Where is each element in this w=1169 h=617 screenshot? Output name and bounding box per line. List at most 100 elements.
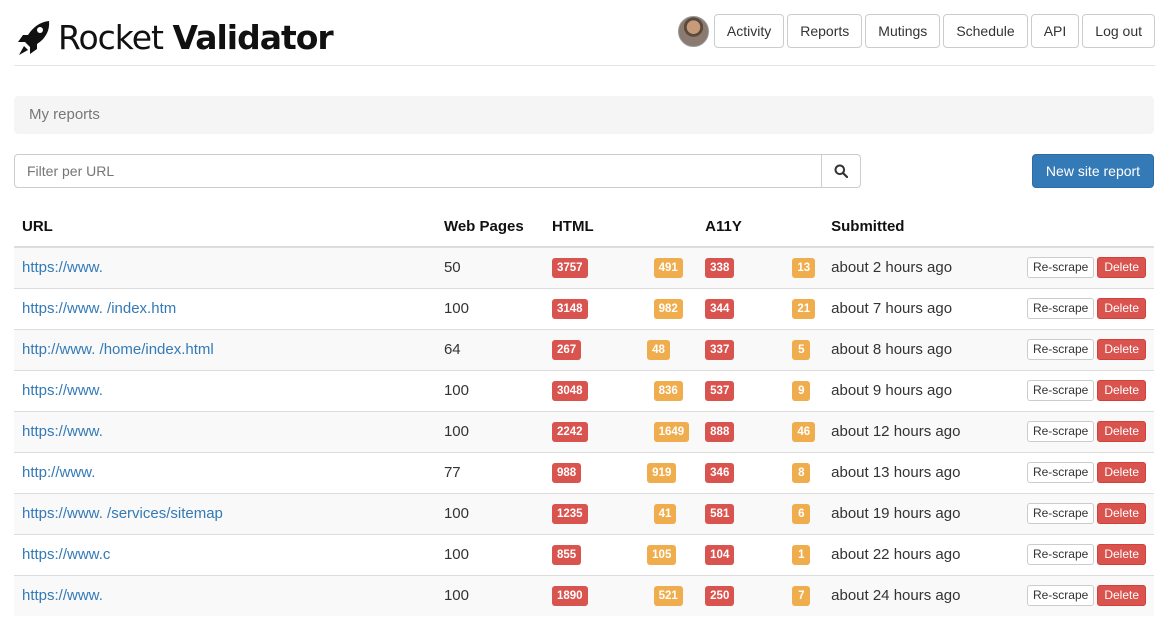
a11y-warnings-badge[interactable]: 46 xyxy=(792,421,816,442)
a11y-errors-badge[interactable]: 537 xyxy=(705,380,735,401)
cell-url: http://www. /home/index.html xyxy=(14,328,436,370)
rescrape-button[interactable]: Re-scrape xyxy=(1026,298,1095,319)
a11y-errors-badge[interactable]: 104 xyxy=(705,544,735,565)
html-warnings-badge[interactable]: 105 xyxy=(647,544,677,565)
rescrape-button[interactable]: Re-scrape xyxy=(1026,380,1095,401)
html-warnings-badge[interactable]: 919 xyxy=(647,462,677,483)
html-warnings-badge[interactable]: 48 xyxy=(647,339,670,360)
a11y-errors-badge[interactable]: 338 xyxy=(705,257,735,278)
table-row: https://www. 100 2242 1649 888 46 about 12 hou… xyxy=(14,410,1154,452)
report-url-link[interactable]: https://www. xyxy=(22,587,103,604)
rescrape-button[interactable]: Re-scrape xyxy=(1026,585,1095,607)
a11y-errors-badge[interactable]: 250 xyxy=(705,585,735,606)
html-errors-badge[interactable]: 855 xyxy=(551,544,582,565)
rescrape-button[interactable]: Re-scrape xyxy=(1026,544,1095,565)
delete-button[interactable]: Delete xyxy=(1097,544,1146,565)
cell-url: https://www. xyxy=(14,369,436,411)
rescrape-button[interactable]: Re-scrape xyxy=(1026,339,1095,360)
delete-button[interactable]: Delete xyxy=(1097,421,1146,442)
table-header-row: URL Web Pages HTML A11Y Submitted xyxy=(14,207,1154,248)
cell-submitted: about 12 hours ago xyxy=(823,410,1019,452)
table-row: https://www.c 100 855 105 104 1 about 22 hours… xyxy=(14,533,1154,575)
html-errors-badge[interactable]: 3048 xyxy=(551,380,588,401)
delete-button[interactable]: Delete xyxy=(1097,503,1146,524)
new-site-report-button[interactable]: New site report xyxy=(1032,154,1154,188)
nav-activity[interactable]: Activity xyxy=(713,14,785,48)
col-submitted: Submitted xyxy=(823,207,1019,248)
delete-button[interactable]: Delete xyxy=(1097,462,1146,483)
html-warnings-badge[interactable]: 491 xyxy=(653,257,683,278)
cell-actions: Re-scrape Delete xyxy=(1018,246,1154,288)
cell-submitted: about 13 hours ago xyxy=(823,451,1019,493)
nav-logout[interactable]: Log out xyxy=(1082,14,1155,48)
cell-actions: Re-scrape Delete xyxy=(1018,287,1154,329)
cell-submitted: about 8 hours ago xyxy=(823,328,1019,370)
col-html: HTML xyxy=(543,207,698,248)
delete-button[interactable]: Delete xyxy=(1097,339,1146,360)
a11y-warnings-badge[interactable]: 8 xyxy=(792,462,811,483)
url-filter xyxy=(14,154,861,188)
delete-button[interactable]: Delete xyxy=(1097,298,1146,319)
a11y-errors-badge[interactable]: 337 xyxy=(705,339,735,360)
delete-button[interactable]: Delete xyxy=(1097,585,1146,607)
cell-a11y: 346 8 xyxy=(697,451,824,493)
html-warnings-badge[interactable]: 1649 xyxy=(653,421,690,442)
filter-url-input[interactable] xyxy=(14,154,822,188)
cell-url: http://www. xyxy=(14,451,436,493)
nav-mutings[interactable]: Mutings xyxy=(865,14,941,48)
a11y-warnings-badge[interactable]: 6 xyxy=(792,503,811,524)
report-url-link[interactable]: https://www.c xyxy=(22,546,110,563)
report-url-link[interactable]: https://www. xyxy=(22,382,103,399)
nav-api[interactable]: API xyxy=(1030,14,1080,48)
html-errors-badge[interactable]: 1890 xyxy=(551,585,588,606)
html-errors-badge[interactable]: 988 xyxy=(551,462,582,483)
brand-logo[interactable]: Rocket Validator xyxy=(16,18,334,58)
html-errors-badge[interactable]: 2242 xyxy=(551,421,588,442)
a11y-warnings-badge[interactable]: 7 xyxy=(792,585,811,606)
cell-web-pages: 100 xyxy=(435,533,544,575)
cell-html: 3148 982 xyxy=(543,287,698,329)
a11y-errors-badge[interactable]: 346 xyxy=(705,462,735,483)
report-url-link[interactable]: https://www. /index.htm xyxy=(22,300,176,317)
cell-web-pages: 100 xyxy=(435,492,544,534)
report-url-link[interactable]: http://www. /home/index.html xyxy=(22,341,214,358)
report-url-link[interactable]: https://www. /services/sitemap xyxy=(22,505,223,522)
html-errors-badge[interactable]: 3148 xyxy=(551,298,588,319)
cell-submitted: about 7 hours ago xyxy=(823,287,1019,329)
report-url-link[interactable]: https://www. xyxy=(22,423,103,440)
cell-html: 988 919 xyxy=(543,451,698,493)
a11y-errors-badge[interactable]: 888 xyxy=(705,421,735,442)
nav-reports[interactable]: Reports xyxy=(787,14,863,48)
nav-schedule[interactable]: Schedule xyxy=(943,14,1028,48)
html-warnings-badge[interactable]: 41 xyxy=(653,503,677,524)
cell-submitted: about 19 hours ago xyxy=(823,492,1019,534)
filter-search-button[interactable] xyxy=(822,154,861,188)
html-warnings-badge[interactable]: 982 xyxy=(653,298,683,319)
html-errors-badge[interactable]: 3757 xyxy=(551,257,588,278)
rescrape-button[interactable]: Re-scrape xyxy=(1026,421,1095,442)
rescrape-button[interactable]: Re-scrape xyxy=(1026,257,1095,279)
report-url-link[interactable]: https://www. xyxy=(22,259,103,276)
html-errors-badge[interactable]: 1235 xyxy=(551,503,588,524)
html-warnings-badge[interactable]: 521 xyxy=(653,585,683,606)
cell-html: 3048 836 xyxy=(543,369,698,411)
a11y-warnings-badge[interactable]: 9 xyxy=(792,380,811,401)
a11y-warnings-badge[interactable]: 21 xyxy=(792,298,816,319)
user-avatar[interactable] xyxy=(677,15,709,47)
cell-actions: Re-scrape Delete xyxy=(1018,533,1154,575)
delete-button[interactable]: Delete xyxy=(1097,380,1146,401)
report-url-link[interactable]: http://www. xyxy=(22,464,95,481)
rescrape-button[interactable]: Re-scrape xyxy=(1026,462,1095,483)
html-warnings-badge[interactable]: 836 xyxy=(653,380,683,401)
cell-web-pages: 50 xyxy=(435,246,544,288)
html-errors-badge[interactable]: 267 xyxy=(551,339,582,360)
cell-submitted: about 22 hours ago xyxy=(823,533,1019,575)
rescrape-button[interactable]: Re-scrape xyxy=(1026,503,1095,524)
table-row: http://www. 77 988 919 346 8 about 13 hours ag… xyxy=(14,451,1154,493)
delete-button[interactable]: Delete xyxy=(1097,257,1146,279)
a11y-errors-badge[interactable]: 581 xyxy=(705,503,735,524)
a11y-warnings-badge[interactable]: 13 xyxy=(792,257,816,278)
a11y-warnings-badge[interactable]: 1 xyxy=(792,544,811,565)
a11y-warnings-badge[interactable]: 5 xyxy=(792,339,811,360)
a11y-errors-badge[interactable]: 344 xyxy=(705,298,735,319)
